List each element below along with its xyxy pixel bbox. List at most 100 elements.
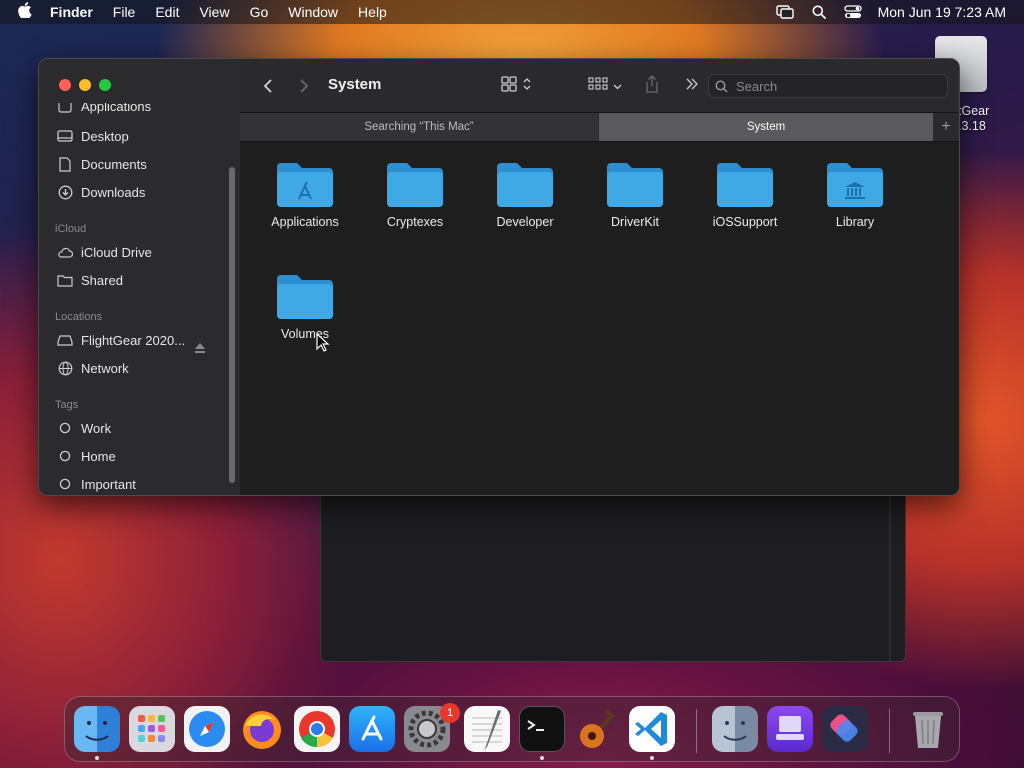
folder-item-library[interactable]: Library (805, 159, 905, 229)
menu-app-finder[interactable]: Finder (50, 4, 93, 20)
globe-icon (57, 360, 73, 376)
toolbar-more-button[interactable] (684, 76, 700, 96)
back-button[interactable] (260, 76, 276, 96)
control-center-icon[interactable] (843, 5, 862, 19)
group-by-button[interactable] (586, 76, 624, 96)
document-icon (57, 156, 73, 172)
folder-icon (605, 159, 665, 209)
desktop-disk-label: tGear .3.18 (958, 104, 990, 133)
settings-notification-badge: 1 (440, 703, 460, 723)
sidebar-item-network[interactable]: Network (57, 357, 129, 379)
dock-terminal-icon[interactable] (519, 706, 565, 752)
finder-toolbar: System (240, 59, 959, 112)
view-options-button[interactable] (497, 75, 535, 97)
dock-launchpad-icon[interactable] (129, 706, 175, 752)
sidebar-item-downloads[interactable]: Downloads (57, 181, 145, 203)
dock-running-indicator (650, 756, 654, 760)
dock-firefox-icon[interactable] (239, 706, 285, 752)
sidebar-item-tag-important[interactable]: Important (57, 473, 136, 495)
tab-searching-this-mac[interactable]: Searching “This Mac” (240, 113, 598, 141)
dock-vscode-icon[interactable] (629, 706, 675, 752)
folder-item-driverkit[interactable]: DriverKit (585, 159, 685, 229)
search-field[interactable] (708, 74, 948, 98)
menu-edit[interactable]: Edit (155, 4, 179, 20)
file-grid: Applications Cryptexes Developer DriverK… (240, 141, 959, 495)
finder-sidebar: Applications Desktop Documents Downloads… (39, 59, 241, 495)
mouse-cursor-icon (316, 332, 330, 353)
menu-clock[interactable]: Mon Jun 19 7:23 AM (878, 4, 1006, 20)
finder-main: System Searching “This Mac” System (240, 59, 959, 495)
folder-item-applications[interactable]: Applications (255, 159, 355, 229)
sidebar-list: Applications Desktop Documents Downloads… (39, 103, 239, 495)
external-disk-icon (57, 332, 73, 348)
sidebar-item-tag-work[interactable]: Work (57, 417, 111, 439)
search-icon (715, 79, 728, 93)
menu-view[interactable]: View (199, 4, 229, 20)
dock-separator (889, 709, 890, 753)
menu-window[interactable]: Window (288, 4, 338, 20)
shared-folder-icon (57, 272, 73, 288)
group-grid-icon (588, 76, 608, 96)
dock-chrome-icon[interactable] (294, 706, 340, 752)
dock-finder-icon[interactable] (74, 706, 120, 752)
window-title: System (328, 76, 382, 93)
sidebar-item-documents[interactable]: Documents (57, 153, 147, 175)
folder-applications-icon (275, 159, 335, 209)
folder-item-developer[interactable]: Developer (475, 159, 575, 229)
menu-bar: Finder File Edit View Go Window Help Mon… (0, 0, 1024, 24)
tag-circle-icon (57, 476, 73, 492)
spotlight-search-icon[interactable] (810, 5, 828, 19)
search-input[interactable] (736, 78, 936, 94)
share-button[interactable] (644, 74, 660, 98)
sidebar-item-tag-home[interactable]: Home (57, 445, 116, 467)
tab-system[interactable]: System (599, 113, 933, 141)
eject-icon[interactable] (194, 341, 206, 353)
share-icon (645, 74, 659, 98)
dock-textedit-icon[interactable] (464, 706, 510, 752)
folder-item-iossupport[interactable]: iOSSupport (695, 159, 795, 229)
screen-mirroring-icon[interactable] (775, 5, 794, 19)
folder-item-volumes[interactable]: Volumes (255, 271, 355, 341)
dock: 1 (64, 696, 960, 762)
dock-finder-secondary-icon[interactable] (712, 706, 758, 752)
dock-garageband-icon[interactable] (574, 706, 620, 752)
forward-button[interactable] (296, 76, 312, 96)
dock-simulator-icon[interactable] (767, 706, 813, 752)
sidebar-item-desktop[interactable]: Desktop (57, 125, 129, 147)
menu-go[interactable]: Go (250, 4, 269, 20)
sidebar-header-tags: Tags (55, 399, 79, 411)
tab-bar: Searching “This Mac” System + (240, 112, 959, 142)
dock-safari-icon[interactable] (184, 706, 230, 752)
double-chevron-right-icon (685, 77, 699, 95)
icon-view-icon (501, 75, 517, 97)
folder-icon (495, 159, 555, 209)
menu-file[interactable]: File (113, 4, 136, 20)
cloud-icon (57, 244, 73, 260)
sidebar-scrollbar[interactable] (229, 167, 235, 483)
sidebar-item-shared[interactable]: Shared (57, 269, 123, 291)
sidebar-header-icloud: iCloud (55, 223, 87, 235)
window-controls (59, 79, 111, 91)
dock-separator (696, 709, 697, 753)
sidebar-item-icloud-drive[interactable]: iCloud Drive (57, 241, 152, 263)
sidebar-header-locations: Locations (55, 311, 103, 323)
zoom-button[interactable] (99, 79, 111, 91)
folder-icon (385, 159, 445, 209)
chevron-down-icon (613, 77, 622, 95)
folder-library-icon (825, 159, 885, 209)
folder-icon (275, 271, 335, 321)
dock-app-store-icon[interactable] (349, 706, 395, 752)
minimize-button[interactable] (79, 79, 91, 91)
apple-menu-icon[interactable] (14, 2, 36, 22)
downloads-icon (57, 184, 73, 200)
sidebar-item-applications[interactable]: Applications (57, 103, 151, 117)
background-window[interactable] (320, 470, 906, 662)
menu-help[interactable]: Help (358, 4, 387, 20)
sidebar-item-flightgear[interactable]: FlightGear 2020... (57, 329, 185, 351)
dock-shortcuts-icon[interactable] (822, 706, 868, 752)
folder-item-cryptexes[interactable]: Cryptexes (365, 159, 465, 229)
close-button[interactable] (59, 79, 71, 91)
new-tab-button[interactable]: + (933, 113, 959, 141)
dock-trash-icon[interactable] (905, 706, 951, 752)
folder-icon (715, 159, 775, 209)
